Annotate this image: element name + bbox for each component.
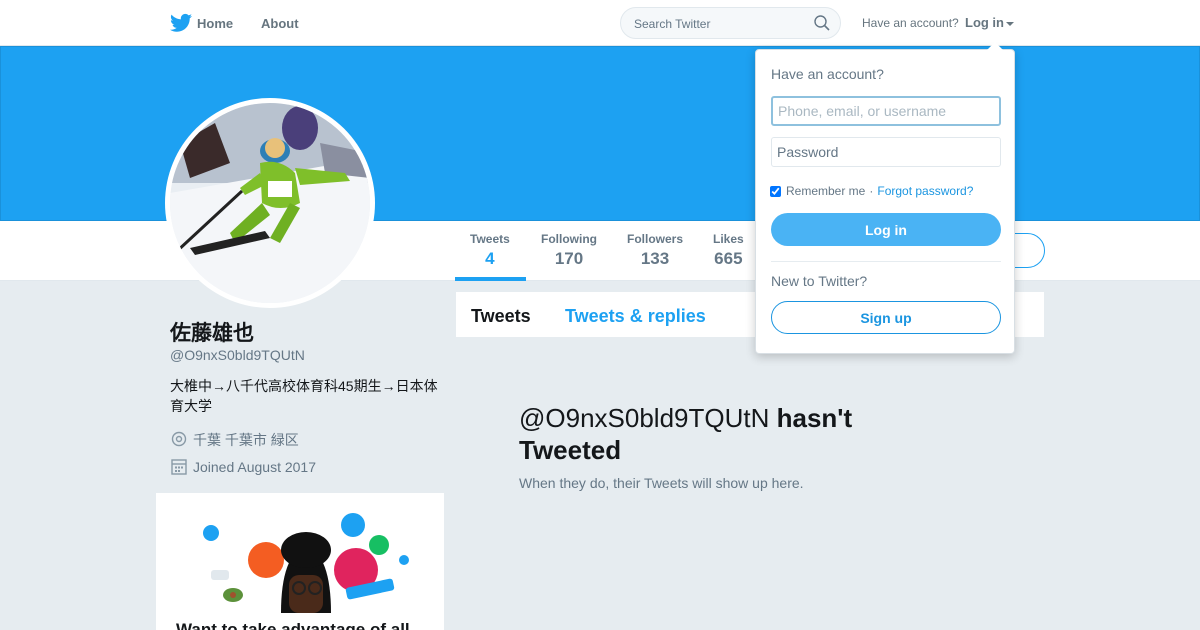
- password-field[interactable]: [771, 137, 1001, 167]
- chevron-down-icon: [1006, 21, 1014, 26]
- avatar-image: [170, 103, 370, 303]
- search-box[interactable]: Search Twitter: [620, 7, 841, 39]
- dropdown-caret: [987, 42, 1003, 50]
- login-dropdown: Have an account? Remember me · Forgot pa…: [755, 42, 1015, 354]
- avatar[interactable]: [165, 98, 375, 308]
- calendar-icon: [171, 459, 187, 475]
- stat-value: 170: [554, 249, 584, 268]
- joined-text: Joined August 2017: [193, 459, 316, 475]
- location-pin-icon: [171, 431, 187, 447]
- profile-bio: 大椎中→八千代高校体育科45期生→日本体育大学: [170, 378, 438, 414]
- have-account-text: Have an account?: [862, 16, 959, 30]
- login-button[interactable]: Log in: [771, 213, 1001, 246]
- separator-dot: ·: [869, 184, 874, 198]
- tab-tweets[interactable]: Tweets: [471, 306, 531, 327]
- username-field[interactable]: [771, 96, 1001, 126]
- profile-handle[interactable]: @O9nxS0bld9TQUtN: [170, 347, 305, 363]
- empty-state-title: @O9nxS0bld9TQUtN hasn't Tweeted: [519, 402, 899, 466]
- empty-state-subtitle: When they do, their Tweets will show up …: [519, 475, 804, 491]
- stat-value: 133: [640, 249, 670, 268]
- signup-button[interactable]: Sign up: [771, 301, 1001, 334]
- dropdown-heading: Have an account?: [771, 66, 884, 82]
- promo-text: Want to take advantage of all: [176, 620, 410, 630]
- nav-home-link[interactable]: Home: [197, 16, 233, 31]
- stat-followers[interactable]: Followers 133: [627, 232, 683, 269]
- stat-value: 665: [714, 249, 743, 268]
- remember-row: Remember me · Forgot password?: [770, 184, 973, 198]
- profile-location: 千葉 千葉市 緑区: [170, 430, 299, 450]
- stat-label: Following: [541, 232, 597, 246]
- location-text: 千葉 千葉市 緑区: [193, 432, 299, 448]
- stat-value: 4: [485, 249, 495, 268]
- new-to-twitter-text: New to Twitter?: [771, 273, 868, 289]
- signup-promo-card: Want to take advantage of all: [156, 493, 444, 630]
- login-toggle-label: Log in: [965, 15, 1004, 30]
- stat-label: Tweets: [470, 232, 510, 246]
- profile-name: 佐藤雄也: [170, 322, 254, 345]
- tab-tweets-replies[interactable]: Tweets & replies: [565, 306, 706, 327]
- stat-following[interactable]: Following 170: [541, 232, 597, 269]
- profile-joined: Joined August 2017: [170, 458, 316, 476]
- search-input[interactable]: Search Twitter: [634, 17, 710, 31]
- login-toggle[interactable]: Log in: [965, 15, 1014, 30]
- stat-tweets[interactable]: Tweets 4: [470, 232, 510, 269]
- promo-illustration: [203, 513, 409, 613]
- stat-likes[interactable]: Likes 665: [713, 232, 744, 269]
- top-nav: Home About Search Twitter Have an accoun…: [0, 0, 1200, 46]
- stat-label: Likes: [713, 232, 744, 246]
- remember-me-checkbox[interactable]: [770, 185, 781, 197]
- nav-about-link[interactable]: About: [261, 16, 299, 31]
- active-tab-indicator: [455, 277, 526, 281]
- stat-label: Followers: [627, 232, 684, 246]
- empty-state-handle: @O9nxS0bld9TQUtN: [519, 403, 770, 433]
- remember-me-label[interactable]: Remember me: [786, 184, 865, 198]
- twitter-bird-icon[interactable]: [170, 13, 192, 33]
- forgot-password-link[interactable]: Forgot password?: [877, 184, 973, 198]
- search-icon[interactable]: [814, 15, 830, 31]
- divider: [771, 261, 1001, 262]
